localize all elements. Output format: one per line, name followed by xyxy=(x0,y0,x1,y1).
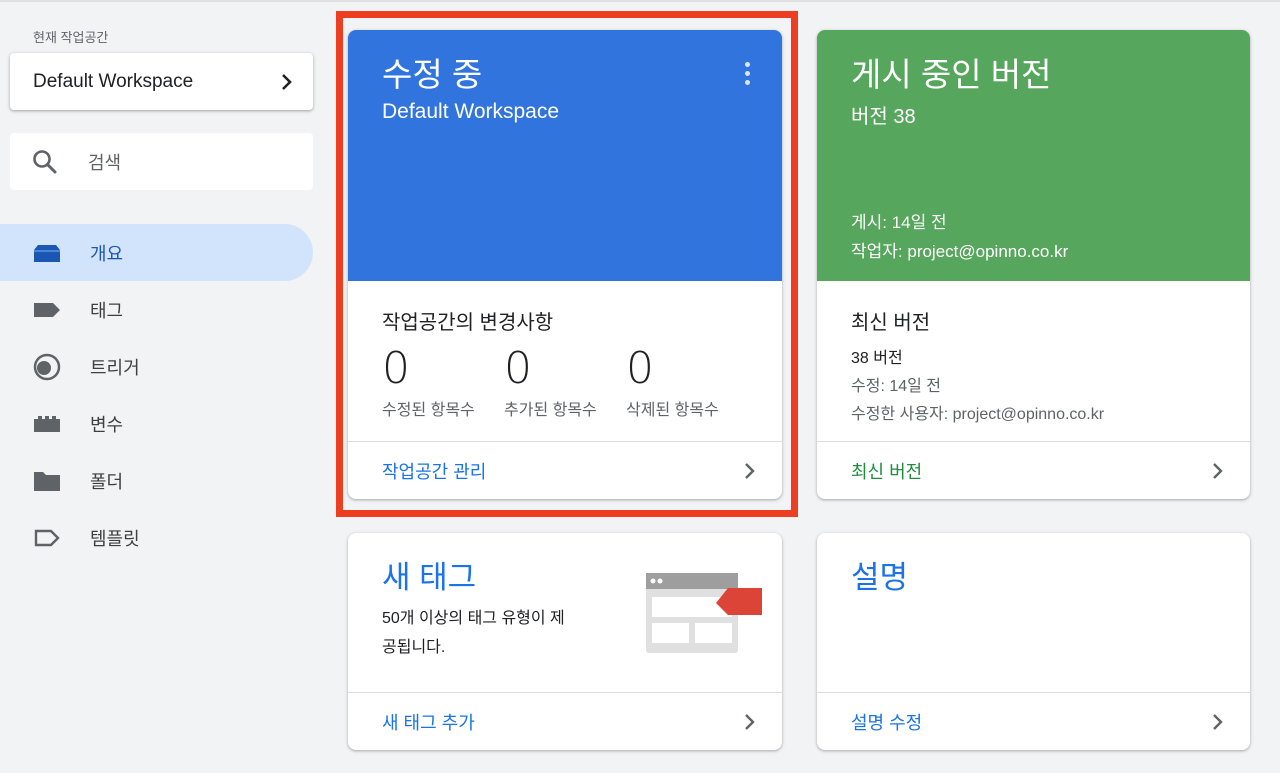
chevron-right-icon xyxy=(745,713,755,730)
footer-label: 작업공간 관리 xyxy=(382,461,487,482)
editing-card-header: 수정 중 Default Workspace xyxy=(348,30,782,281)
current-workspace-label: 현재 작업공간 xyxy=(33,30,109,45)
sidebar-item-label: 폴더 xyxy=(90,471,124,492)
sidebar-item-overview[interactable]: 개요 xyxy=(0,224,313,281)
latest-version-title: 최신 버전 xyxy=(851,312,931,334)
sidebar-item-templates[interactable]: 템플릿 xyxy=(0,509,313,566)
stat-value: 0 xyxy=(382,343,410,394)
sidebar-item-triggers[interactable]: 트리거 xyxy=(0,338,313,395)
sidebar-item-variables[interactable]: 변수 xyxy=(0,395,313,452)
tag-icon xyxy=(33,296,61,324)
top-divider xyxy=(0,0,1280,2)
template-icon xyxy=(33,524,61,552)
trigger-icon xyxy=(33,353,61,381)
editing-card: 수정 중 Default Workspace 작업공간의 변경사항 0 수정된 … xyxy=(348,30,782,499)
added-count: 0 추가된 항목수 xyxy=(504,344,597,420)
chevron-right-icon xyxy=(745,462,755,479)
latest-version-link[interactable]: 최신 버전 xyxy=(817,441,1250,499)
sidebar-item-label: 트리거 xyxy=(90,357,140,378)
chevron-right-icon xyxy=(1213,713,1223,730)
variable-icon xyxy=(33,410,61,438)
chevron-right-icon xyxy=(1213,462,1223,479)
chevron-right-icon xyxy=(282,73,292,90)
search-box[interactable]: 검색 xyxy=(10,133,313,190)
footer-label: 새 태그 추가 xyxy=(382,712,475,733)
description-card: 설명 설명 수정 xyxy=(817,533,1250,750)
published-time: 게시: 14일 전 xyxy=(851,213,947,232)
search-input[interactable]: 검색 xyxy=(88,149,121,175)
footer-label: 최신 버전 xyxy=(851,461,923,482)
footer-label: 설명 수정 xyxy=(851,712,923,733)
sidebar-item-label: 태그 xyxy=(90,300,124,321)
overview-icon xyxy=(33,239,61,267)
sidebar-nav: 개요 태그 트리거 변수 폴더 템플릿 xyxy=(0,224,313,566)
more-options-button[interactable] xyxy=(740,62,754,88)
stat-label: 수정된 항목수 xyxy=(382,402,475,419)
add-new-tag-link[interactable]: 새 태그 추가 xyxy=(348,692,782,750)
description-title: 설명 xyxy=(851,560,909,595)
published-meta: 게시: 14일 전 작업자: project@opinno.co.kr xyxy=(851,208,1068,266)
published-card-header: 게시 중인 버전 버전 38 게시: 14일 전 작업자: project@op… xyxy=(817,30,1250,281)
sidebar-item-label: 변수 xyxy=(90,414,124,435)
stat-label: 삭제된 항목수 xyxy=(626,402,719,419)
folder-icon xyxy=(33,467,61,495)
editing-card-subtitle: Default Workspace xyxy=(382,100,560,123)
edit-description-link[interactable]: 설명 수정 xyxy=(817,692,1250,750)
tag-illustration-icon xyxy=(646,573,762,653)
new-tag-card: 새 태그 50개 이상의 태그 유형이 제 공됩니다. 새 태그 추가 xyxy=(348,533,782,750)
sidebar-item-label: 개요 xyxy=(90,243,124,264)
latest-version-number: 38 버전 xyxy=(851,350,903,367)
latest-version-info: 38 버전 수정: 14일 전 수정한 사용자: project@opinno.… xyxy=(851,345,1216,429)
deleted-count: 0 삭제된 항목수 xyxy=(626,344,719,420)
modified-count: 0 수정된 항목수 xyxy=(382,344,475,420)
stat-label: 추가된 항목수 xyxy=(504,402,597,419)
published-version: 버전 38 xyxy=(851,106,916,128)
latest-modified-by: 수정한 사용자: project@opinno.co.kr xyxy=(851,406,1105,423)
sidebar-item-folders[interactable]: 폴더 xyxy=(0,452,313,509)
sidebar-item-tags[interactable]: 태그 xyxy=(0,281,313,338)
workspace-changes-title: 작업공간의 변경사항 xyxy=(382,312,554,334)
published-author: 작업자: project@opinno.co.kr xyxy=(851,242,1069,261)
manage-workspace-link[interactable]: 작업공간 관리 xyxy=(348,441,782,499)
sidebar-item-label: 템플릿 xyxy=(90,528,140,549)
published-card-title: 게시 중인 버전 xyxy=(851,56,1052,93)
latest-modified: 수정: 14일 전 xyxy=(851,378,942,395)
search-icon xyxy=(33,149,57,173)
stat-value: 0 xyxy=(504,343,532,394)
stat-value: 0 xyxy=(626,343,654,394)
workspace-selector[interactable]: Default Workspace xyxy=(10,53,313,110)
editing-card-title: 수정 중 xyxy=(382,56,483,93)
published-version-card: 게시 중인 버전 버전 38 게시: 14일 전 작업자: project@op… xyxy=(817,30,1250,499)
workspace-name: Default Workspace xyxy=(33,70,194,92)
